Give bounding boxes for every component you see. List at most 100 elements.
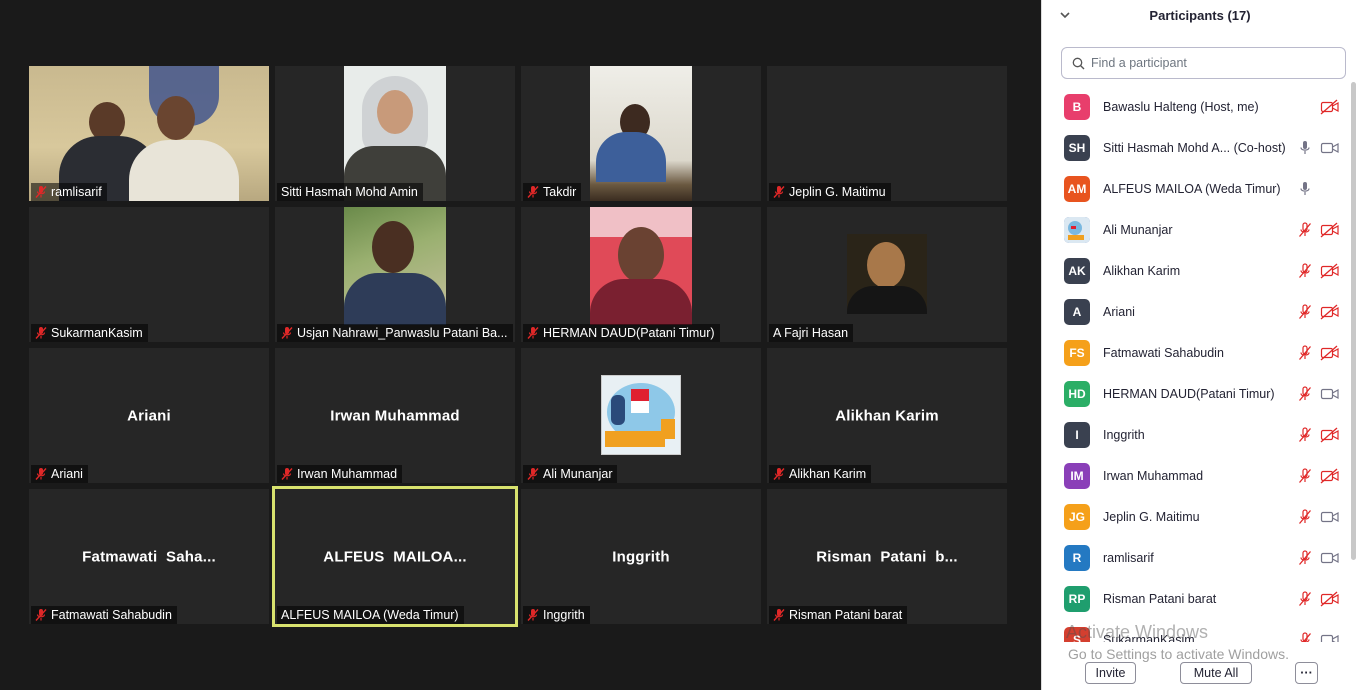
tile-name-text: Alikhan Karim <box>789 467 867 481</box>
mic-off-icon[interactable] <box>1298 467 1312 484</box>
participants-panel: Participants (17) B Bawaslu Halteng (Host… <box>1041 0 1357 690</box>
tile-name-text: Sitti Hasmah Mohd Amin <box>281 185 418 199</box>
camera-icon[interactable] <box>1320 140 1340 156</box>
video-tile[interactable]: Irwan Muhammad Irwan Muhammad <box>275 348 515 483</box>
scrollbar[interactable] <box>1351 82 1356 560</box>
mic-off-icon <box>773 467 785 481</box>
video-tile[interactable]: Sitti Hasmah Mohd Amin <box>275 66 515 201</box>
avatar: I <box>1064 421 1090 448</box>
camera-off-icon[interactable] <box>1320 222 1340 238</box>
video-tile[interactable]: Fatmawati Saha... Fatmawati Sahabudin <box>29 489 269 624</box>
mic-off-icon[interactable] <box>1298 303 1312 320</box>
more-options-button[interactable]: ··· <box>1295 662 1318 684</box>
camera-off-icon[interactable] <box>1320 345 1340 361</box>
tile-name-label: Ali Munanjar <box>523 465 618 483</box>
participant-row[interactable]: AM ALFEUS MAILOA (Weda Timur) <box>1042 168 1350 209</box>
participant-row[interactable]: SH Sitti Hasmah Mohd A... (Co-host) <box>1042 127 1350 168</box>
mic-icon[interactable] <box>1298 140 1312 156</box>
video-tile[interactable]: Ariani Ariani <box>29 348 269 483</box>
tile-name-text: Takdir <box>543 185 577 199</box>
mute-all-button[interactable]: Mute All <box>1180 662 1252 684</box>
camera-off-icon[interactable] <box>1320 591 1340 607</box>
mic-off-icon[interactable] <box>1298 221 1312 238</box>
video-tile[interactable]: Inggrith Inggrith <box>521 489 761 624</box>
avatar: RP <box>1064 585 1090 612</box>
tile-name-text: HERMAN DAUD(Patani Timur) <box>543 326 715 340</box>
participant-row[interactable]: RP Risman Patani barat <box>1042 578 1350 619</box>
tile-display-name: Ariani <box>127 407 171 424</box>
search-input[interactable] <box>1091 56 1331 70</box>
mic-off-icon <box>281 326 293 340</box>
tile-name-label: ramlisarif <box>31 183 107 201</box>
participant-row[interactable]: HD HERMAN DAUD(Patani Timur) <box>1042 373 1350 414</box>
panel-footer: Invite Mute All ··· <box>1041 656 1357 690</box>
invite-button[interactable]: Invite <box>1085 662 1136 684</box>
video-tile[interactable]: ALFEUS MAILOA... ALFEUS MAILOA (Weda Timu… <box>272 486 518 627</box>
avatar: S <box>1064 626 1090 642</box>
camera-off-icon[interactable] <box>1320 99 1340 115</box>
video-tile[interactable]: ramlisarif <box>29 66 269 201</box>
tile-name-label: A Fajri Hasan <box>769 324 854 342</box>
participant-row[interactable]: I Inggrith <box>1042 414 1350 455</box>
camera-off-icon[interactable] <box>1320 263 1340 279</box>
mic-icon[interactable] <box>1298 181 1312 197</box>
mic-off-icon[interactable] <box>1298 262 1312 279</box>
tile-name-text: Usjan Nahrawi_Panwaslu Patani Ba... <box>297 326 508 340</box>
mic-off-icon[interactable] <box>1298 508 1312 525</box>
camera-off-icon[interactable] <box>1320 427 1340 443</box>
camera-icon[interactable] <box>1320 509 1340 525</box>
video-tile[interactable]: Jeplin G. Maitimu <box>767 66 1007 201</box>
camera-off-icon[interactable] <box>1320 304 1340 320</box>
video-tile[interactable]: Usjan Nahrawi_Panwaslu Patani Ba... <box>275 207 515 342</box>
mic-off-icon[interactable] <box>1298 385 1312 402</box>
participant-row[interactable]: B Bawaslu Halteng (Host, me) <box>1042 86 1350 127</box>
tile-display-name: Risman Patani b... <box>816 548 958 565</box>
participant-row[interactable]: S SukarmanKasim <box>1042 619 1350 642</box>
avatar: SH <box>1064 134 1090 161</box>
camera-icon[interactable] <box>1320 550 1340 566</box>
mic-off-icon[interactable] <box>1298 631 1312 642</box>
mic-off-icon[interactable] <box>1298 549 1312 566</box>
video-tile[interactable]: Risman Patani b... Risman Patani barat <box>767 489 1007 624</box>
avatar: JG <box>1064 503 1090 530</box>
video-tile[interactable]: Alikhan Karim Alikhan Karim <box>767 348 1007 483</box>
participant-video <box>847 234 927 314</box>
tile-name-label: HERMAN DAUD(Patani Timur) <box>523 324 720 342</box>
avatar: HD <box>1064 380 1090 407</box>
video-tile[interactable]: HERMAN DAUD(Patani Timur) <box>521 207 761 342</box>
video-tile[interactable]: Ali Munanjar <box>521 348 761 483</box>
tile-name-label: Inggrith <box>523 606 590 624</box>
tile-name-text: ALFEUS MAILOA (Weda Timur) <box>281 608 459 622</box>
video-tile[interactable]: A Fajri Hasan <box>767 207 1007 342</box>
mic-off-icon <box>773 185 785 199</box>
video-tile[interactable]: Takdir <box>521 66 761 201</box>
mic-off-icon[interactable] <box>1298 426 1312 443</box>
avatar: IM <box>1064 462 1090 489</box>
participant-name: Risman Patani barat <box>1103 591 1217 606</box>
participant-row[interactable]: JG Jeplin G. Maitimu <box>1042 496 1350 537</box>
camera-off-icon[interactable] <box>1320 468 1340 484</box>
search-icon <box>1072 57 1085 69</box>
avatar: AM <box>1064 175 1090 202</box>
participant-name: Ali Munanjar <box>1103 222 1173 237</box>
participant-row[interactable]: A Ariani <box>1042 291 1350 332</box>
video-tile[interactable]: SukarmanKasim <box>29 207 269 342</box>
avatar: A <box>1064 298 1090 325</box>
participant-row[interactable]: Rramlisarif <box>1042 537 1350 578</box>
participant-video <box>344 66 446 201</box>
tile-name-label: Takdir <box>523 183 582 201</box>
tile-display-name: ALFEUS MAILOA... <box>323 548 467 565</box>
participant-row[interactable]: FS Fatmawati Sahabudin <box>1042 332 1350 373</box>
search-box[interactable] <box>1061 47 1346 79</box>
participant-name: ALFEUS MAILOA (Weda Timur) <box>1103 181 1281 196</box>
mic-off-icon[interactable] <box>1298 344 1312 361</box>
participant-row[interactable]: Ali Munanjar <box>1042 209 1350 250</box>
avatar: AK <box>1064 257 1090 284</box>
participant-video <box>590 66 692 201</box>
camera-icon[interactable] <box>1320 386 1340 402</box>
participant-row[interactable]: AK Alikhan Karim <box>1042 250 1350 291</box>
participant-row[interactable]: IM Irwan Muhammad <box>1042 455 1350 496</box>
camera-icon[interactable] <box>1320 632 1340 642</box>
mic-off-icon[interactable] <box>1298 590 1312 607</box>
tile-name-text: Ali Munanjar <box>543 467 613 481</box>
